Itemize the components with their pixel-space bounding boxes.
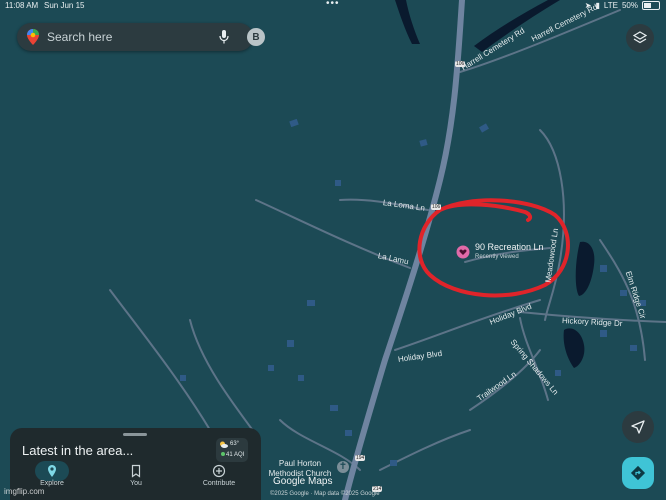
nav-you[interactable]: You xyxy=(106,464,166,487)
my-location-button[interactable] xyxy=(622,411,654,443)
google-maps-logo: Google Maps xyxy=(273,476,333,487)
air-quality: 41 AQI xyxy=(221,452,244,458)
plus-circle-icon xyxy=(212,464,226,478)
account-avatar[interactable]: B xyxy=(247,28,265,46)
route-shield: 106 xyxy=(431,204,442,210)
map-copyright[interactable]: ©2025 Google · Map data ©2025 Google xyxy=(270,491,380,497)
water-pond-east xyxy=(575,241,595,296)
nav-explore[interactable]: Explore xyxy=(22,461,82,487)
status-bar: 11:08 AM Sun Jun 15 ••• ➤ ▮ LTE 50% xyxy=(0,0,666,12)
road-west-fork xyxy=(189,319,261,441)
map-canvas[interactable] xyxy=(0,0,666,500)
network-type: LTE xyxy=(603,1,618,10)
directions-icon xyxy=(630,465,646,481)
status-date: Sun Jun 15 xyxy=(44,1,85,10)
bookmark-icon xyxy=(131,464,141,478)
location-arrow-icon: ➤ xyxy=(584,1,592,10)
battery-icon xyxy=(642,1,660,10)
imgflip-watermark: imgflip.com xyxy=(4,487,45,496)
selected-place-name[interactable]: 90 Recreation Ln xyxy=(475,242,544,252)
building xyxy=(600,265,607,272)
building xyxy=(620,290,627,296)
layers-icon xyxy=(633,31,647,44)
sheet-drag-handle[interactable] xyxy=(123,433,147,436)
building xyxy=(268,365,274,371)
layers-button[interactable] xyxy=(626,24,654,52)
location-pin-icon xyxy=(48,465,56,477)
status-indicators: ➤ ▮ LTE 50% xyxy=(585,1,660,10)
navigation-arrow-icon xyxy=(631,420,645,434)
heart-pin-icon[interactable] xyxy=(456,245,470,259)
building xyxy=(555,370,561,376)
explore-bottom-sheet[interactable]: Latest in the area... 63° 41 AQI Explore… xyxy=(10,428,261,500)
nav-contribute-label: Contribute xyxy=(202,480,236,487)
building xyxy=(479,123,489,133)
multitasking-dots-icon[interactable]: ••• xyxy=(326,0,340,9)
road-meadowood xyxy=(539,129,565,321)
building xyxy=(335,180,341,186)
battery-percent: 50% xyxy=(621,1,638,10)
building xyxy=(630,345,637,351)
water-pond-south xyxy=(563,328,585,368)
church-icon[interactable]: ✝ xyxy=(337,461,349,473)
route-shield: 106 xyxy=(455,61,466,67)
weather-temperature: 63° xyxy=(230,441,240,447)
building xyxy=(289,118,299,128)
building xyxy=(345,430,352,436)
building xyxy=(419,139,428,147)
building xyxy=(307,300,315,306)
building xyxy=(298,375,304,381)
mic-icon[interactable] xyxy=(219,30,229,44)
directions-button[interactable] xyxy=(622,457,654,489)
search-bar[interactable]: Search here B xyxy=(17,23,265,51)
latest-in-area-title[interactable]: Latest in the area... xyxy=(22,443,133,458)
road-west-curve xyxy=(109,289,211,431)
maps-pin-icon xyxy=(27,29,39,45)
building xyxy=(600,330,607,337)
partly-cloudy-icon xyxy=(220,441,228,448)
selected-place-subtitle: Recently viewed xyxy=(475,254,519,260)
weather-chip[interactable]: 63° 41 AQI xyxy=(216,438,248,462)
signal-bars-icon: ▮ xyxy=(595,1,600,10)
building xyxy=(180,375,186,381)
aqi-status-dot xyxy=(221,452,225,456)
building xyxy=(287,340,294,347)
search-input[interactable]: Search here xyxy=(47,30,112,44)
route-shield: 194 xyxy=(355,455,366,461)
status-time: 11:08 AM xyxy=(5,1,39,10)
highway-main xyxy=(342,0,465,500)
nav-explore-label: Explore xyxy=(40,480,64,487)
nav-contribute[interactable]: Contribute xyxy=(189,464,249,487)
building xyxy=(330,405,338,411)
nav-you-label: You xyxy=(130,480,142,487)
building xyxy=(390,460,397,466)
